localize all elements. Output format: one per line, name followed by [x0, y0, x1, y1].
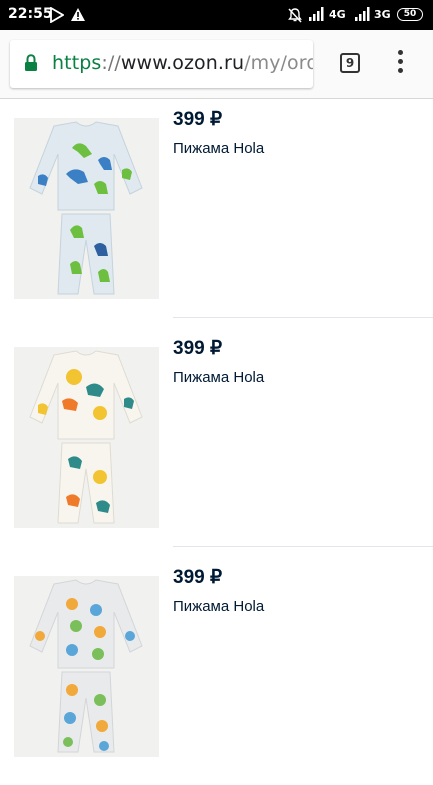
- product-price: 399 ₽: [173, 109, 223, 130]
- url-host: www.ozon.ru: [120, 52, 245, 74]
- status-bar: 22:55 4G 3G 50: [0, 0, 433, 30]
- warning-icon: [71, 8, 85, 21]
- signal-icon-1: [309, 7, 324, 21]
- divider: [173, 317, 433, 318]
- product-image[interactable]: [14, 118, 159, 299]
- pajama-animals-image: [14, 576, 159, 757]
- url-separator: ://: [101, 52, 121, 74]
- lock-icon: [25, 54, 37, 71]
- signal-icon-2: [355, 7, 370, 21]
- product-name[interactable]: Пижама Hola: [173, 598, 264, 615]
- pajama-chameleons-image: [14, 347, 159, 528]
- network-type-1: 4G: [329, 8, 346, 21]
- product-card[interactable]: 399 ₽ Пижама Hola: [0, 556, 433, 785]
- status-time: 22:55: [8, 6, 53, 22]
- product-card[interactable]: 399 ₽ Пижама Hola: [0, 98, 433, 327]
- play-store-icon: [50, 7, 64, 23]
- pajama-dinosaurs-image: [14, 118, 159, 299]
- product-price: 399 ₽: [173, 338, 223, 359]
- address-bar[interactable]: https://www.ozon.ru/my/orde: [10, 40, 313, 88]
- network-type-2: 3G: [374, 8, 391, 21]
- product-image[interactable]: [14, 576, 159, 757]
- url-path: /my/orde: [244, 52, 313, 74]
- divider: [173, 546, 433, 547]
- url-scheme: https: [52, 52, 102, 74]
- product-card[interactable]: 399 ₽ Пижама Hola: [0, 327, 433, 556]
- overflow-menu-icon[interactable]: [390, 50, 410, 78]
- notifications-off-icon: [288, 8, 302, 23]
- product-price: 399 ₽: [173, 567, 223, 588]
- tab-switcher-icon[interactable]: 9: [340, 53, 360, 73]
- browser-toolbar: https://www.ozon.ru/my/orde 9: [0, 30, 433, 99]
- battery-icon: 50: [397, 8, 423, 21]
- product-image[interactable]: [14, 347, 159, 528]
- product-name[interactable]: Пижама Hola: [173, 140, 264, 157]
- url-text[interactable]: https://www.ozon.ru/my/orde: [52, 52, 313, 74]
- product-name[interactable]: Пижама Hola: [173, 369, 264, 386]
